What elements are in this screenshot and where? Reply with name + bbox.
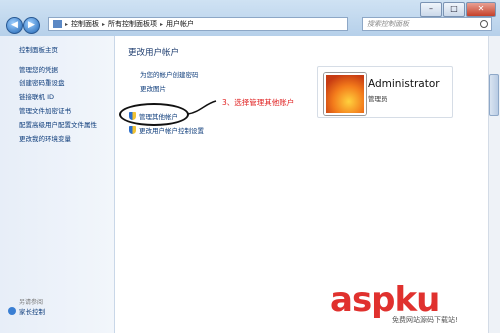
see-also-heading: 另请参阅 [19, 299, 44, 306]
sidebar-item-credentials[interactable]: 管理您的凭据 [19, 64, 58, 74]
scrollbar[interactable] [488, 36, 500, 333]
chevron-right-icon: ▸ [102, 20, 106, 28]
page-title: 更改用户帐户 [128, 48, 180, 58]
uac-shield-icon [129, 126, 136, 134]
sidebar-item-online-id[interactable]: 链接联机 ID [19, 91, 54, 101]
watermark-site: 免费网站源码下载站! [392, 316, 458, 324]
sidebar-item-env-vars[interactable]: 更改我的环境变量 [19, 133, 71, 143]
chevron-right-icon: ▸ [160, 20, 164, 28]
watermark-brand: aspku [330, 280, 440, 320]
maximize-button[interactable]: □ [443, 2, 465, 17]
highlight-ring [119, 103, 189, 126]
change-picture-link[interactable]: 更改图片 [140, 83, 166, 93]
window-controls: – □ ✕ [419, 2, 496, 17]
uac-settings-label: 更改用户帐户控制设置 [139, 127, 204, 135]
address-bar[interactable]: ▸ 控制面板 ▸ 所有控制面板项 ▸ 用户帐户 [48, 17, 348, 31]
sidebar-item-home[interactable]: 控制面板主页 [19, 44, 58, 54]
account-role: 管理员 [368, 95, 388, 103]
family-icon [8, 307, 16, 315]
account-name: Administrator [368, 78, 440, 90]
breadcrumb-control-panel[interactable]: 控制面板 [71, 19, 99, 29]
parental-controls-link[interactable]: 家长控制 [8, 306, 45, 316]
sidebar-item-reset-disk[interactable]: 创建密码重设盘 [19, 77, 65, 87]
minimize-button[interactable]: – [420, 2, 442, 17]
breadcrumb-user-accounts[interactable]: 用户帐户 [166, 19, 194, 29]
sidebar: 控制面板主页 管理您的凭据 创建密码重设盘 链接联机 ID 管理文件加密证书 配… [0, 36, 115, 333]
user-account-card: Administrator 管理员 [317, 66, 453, 118]
search-input[interactable]: 搜索控制面板 [362, 17, 492, 31]
forward-button[interactable]: ▶ [23, 17, 40, 34]
create-password-link[interactable]: 为您的帐户创建密码 [140, 69, 199, 79]
search-icon[interactable] [480, 20, 488, 28]
close-button[interactable]: ✕ [466, 2, 496, 17]
annotation-text: 3、选择管理其他账户 [222, 98, 295, 107]
back-button[interactable]: ◀ [6, 17, 23, 34]
chevron-right-icon: ▸ [65, 20, 69, 28]
scrollbar-thumb[interactable] [489, 74, 499, 116]
uac-settings-link[interactable]: 更改用户帐户控制设置 [129, 125, 204, 135]
control-panel-window: – □ ✕ ◀ ▶ ▸ 控制面板 ▸ 所有控制面板项 ▸ 用户帐户 搜索控制面板… [0, 0, 500, 333]
breadcrumb-all-items[interactable]: 所有控制面板项 [108, 19, 157, 29]
control-panel-icon [53, 20, 62, 28]
title-address-bar: – □ ✕ ◀ ▶ ▸ 控制面板 ▸ 所有控制面板项 ▸ 用户帐户 搜索控制面板 [0, 0, 500, 36]
parental-controls-label: 家长控制 [19, 308, 45, 316]
main-content: 更改用户帐户 为您的帐户创建密码 更改图片 管理其他帐户 更改用户帐户控制设置 … [115, 36, 500, 333]
search-placeholder: 搜索控制面板 [367, 20, 409, 28]
sidebar-item-profile[interactable]: 配置高级用户配置文件属性 [19, 119, 97, 129]
sidebar-item-certs[interactable]: 管理文件加密证书 [19, 105, 71, 115]
avatar [324, 73, 366, 115]
